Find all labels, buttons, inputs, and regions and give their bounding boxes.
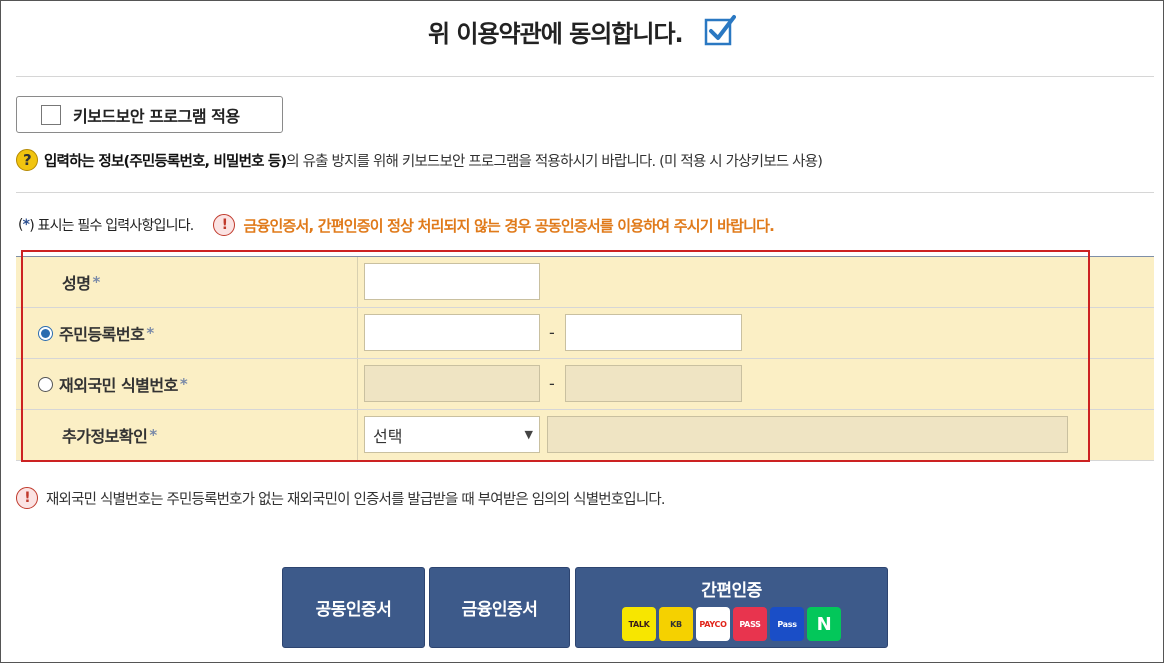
- notice-text: 의 유출 방지를 위해 키보드보안 프로그램을 적용하시기 바랍니다. (미 적…: [286, 153, 823, 170]
- dash: -: [549, 323, 555, 342]
- finance-certificate-button[interactable]: 금융인증서: [429, 567, 570, 648]
- foreign-front-input[interactable]: [364, 365, 540, 402]
- name-cell: [358, 257, 1154, 307]
- extra-select[interactable]: 선택 ▼: [364, 416, 540, 453]
- rrn-label[interactable]: 주민등록번호 *: [16, 308, 358, 358]
- required-star-icon: *: [149, 426, 157, 444]
- kb-logo[interactable]: KB: [659, 607, 693, 641]
- warning-icon: !: [16, 487, 38, 509]
- required-star-icon: *: [146, 324, 154, 342]
- foreign-cell: -: [358, 359, 1154, 409]
- extra-input[interactable]: [547, 416, 1068, 453]
- foreign-id-note: ! 재외국민 식별번호는 주민등록번호가 없는 재외국민이 인증서를 발급받을 …: [16, 486, 666, 510]
- identity-form: 성명 * 주민등록번호 * - 재외국민 식별번호 * - 추가정보확인 * 선…: [16, 256, 1154, 461]
- keyboard-security-label: 키보드보안 프로그램 적용: [73, 106, 240, 126]
- finance-certificate-label: 금융인증서: [461, 600, 538, 620]
- foreign-back-input[interactable]: [565, 365, 742, 402]
- extra-label-text: 추가정보확인: [62, 427, 148, 446]
- pass-logo[interactable]: PASS: [733, 607, 767, 641]
- required-star-icon: *: [179, 375, 188, 393]
- form-row-foreign: 재외국민 식별번호 * -: [16, 359, 1154, 410]
- payco-logo[interactable]: PAYCO: [696, 607, 730, 641]
- divider: [16, 76, 1154, 77]
- select-value: 선택: [373, 426, 403, 446]
- provider-logos: TALK KB PAYCO PASS Pass N: [622, 607, 841, 641]
- foreign-id-note-text: 재외국민 식별번호는 주민등록번호가 없는 재외국민이 인증서를 발급받을 때 …: [46, 491, 666, 508]
- warning-icon: !: [213, 214, 236, 236]
- extra-label: 추가정보확인 *: [16, 410, 358, 460]
- form-row-rrn: 주민등록번호 * -: [16, 308, 1154, 359]
- name-input[interactable]: [364, 263, 540, 300]
- easy-auth-label: 간편인증: [701, 581, 762, 601]
- joint-certificate-label: 공동인증서: [315, 600, 392, 620]
- samsung-pass-logo[interactable]: Pass: [770, 607, 804, 641]
- warning-text: 금융인증서, 간편인증이 정상 처리되지 않는 경우 공동인증서를 이용하여 주…: [243, 216, 775, 235]
- notice-bold: 입력하는 정보(주민등록번호, 비밀번호 등): [44, 153, 287, 170]
- agree-title: 위 이용약관에 동의합니다.: [0, 14, 1164, 49]
- divider: [16, 192, 1154, 193]
- rrn-label-text: 주민등록번호: [59, 325, 145, 344]
- rrn-front-input[interactable]: [364, 314, 540, 351]
- rrn-cell: -: [358, 308, 1154, 358]
- required-notice: ( * ) 표시는 필수 입력사항입니다. ! 금융인증서, 간편인증이 정상 …: [18, 213, 775, 237]
- dropdown-arrow-icon: ▼: [524, 428, 533, 441]
- form-row-extra: 추가정보확인 * 선택 ▼: [16, 410, 1154, 461]
- keyboard-notice: ? 입력하는 정보(주민등록번호, 비밀번호 등) 의 유출 방지를 위해 키보…: [16, 148, 823, 172]
- joint-certificate-button[interactable]: 공동인증서: [282, 567, 425, 648]
- foreign-radio[interactable]: [38, 376, 53, 392]
- agree-checkbox-icon[interactable]: [704, 14, 737, 46]
- foreign-label-text: 재외국민 식별번호: [59, 376, 178, 395]
- required-star-icon: *: [92, 273, 100, 291]
- name-label-text: 성명: [62, 274, 91, 293]
- rrn-radio[interactable]: [38, 325, 53, 341]
- agree-text: 위 이용약관에 동의합니다.: [427, 20, 684, 48]
- naver-logo[interactable]: N: [807, 607, 841, 641]
- question-icon: ?: [16, 149, 38, 171]
- easy-auth-button[interactable]: 간편인증 TALK KB PAYCO PASS Pass N: [575, 567, 888, 648]
- keyboard-security-button[interactable]: 키보드보안 프로그램 적용: [16, 96, 283, 133]
- foreign-label[interactable]: 재외국민 식별번호 *: [16, 359, 358, 409]
- required-text: ) 표시는 필수 입력사항입니다.: [29, 218, 194, 234]
- dash: -: [549, 374, 555, 393]
- name-label: 성명 *: [16, 257, 358, 307]
- checkbox-icon[interactable]: [41, 104, 61, 125]
- extra-cell: 선택 ▼: [358, 410, 1154, 460]
- form-row-name: 성명 *: [16, 257, 1154, 308]
- kakao-talk-logo[interactable]: TALK: [622, 607, 656, 641]
- rrn-back-input[interactable]: [565, 314, 742, 351]
